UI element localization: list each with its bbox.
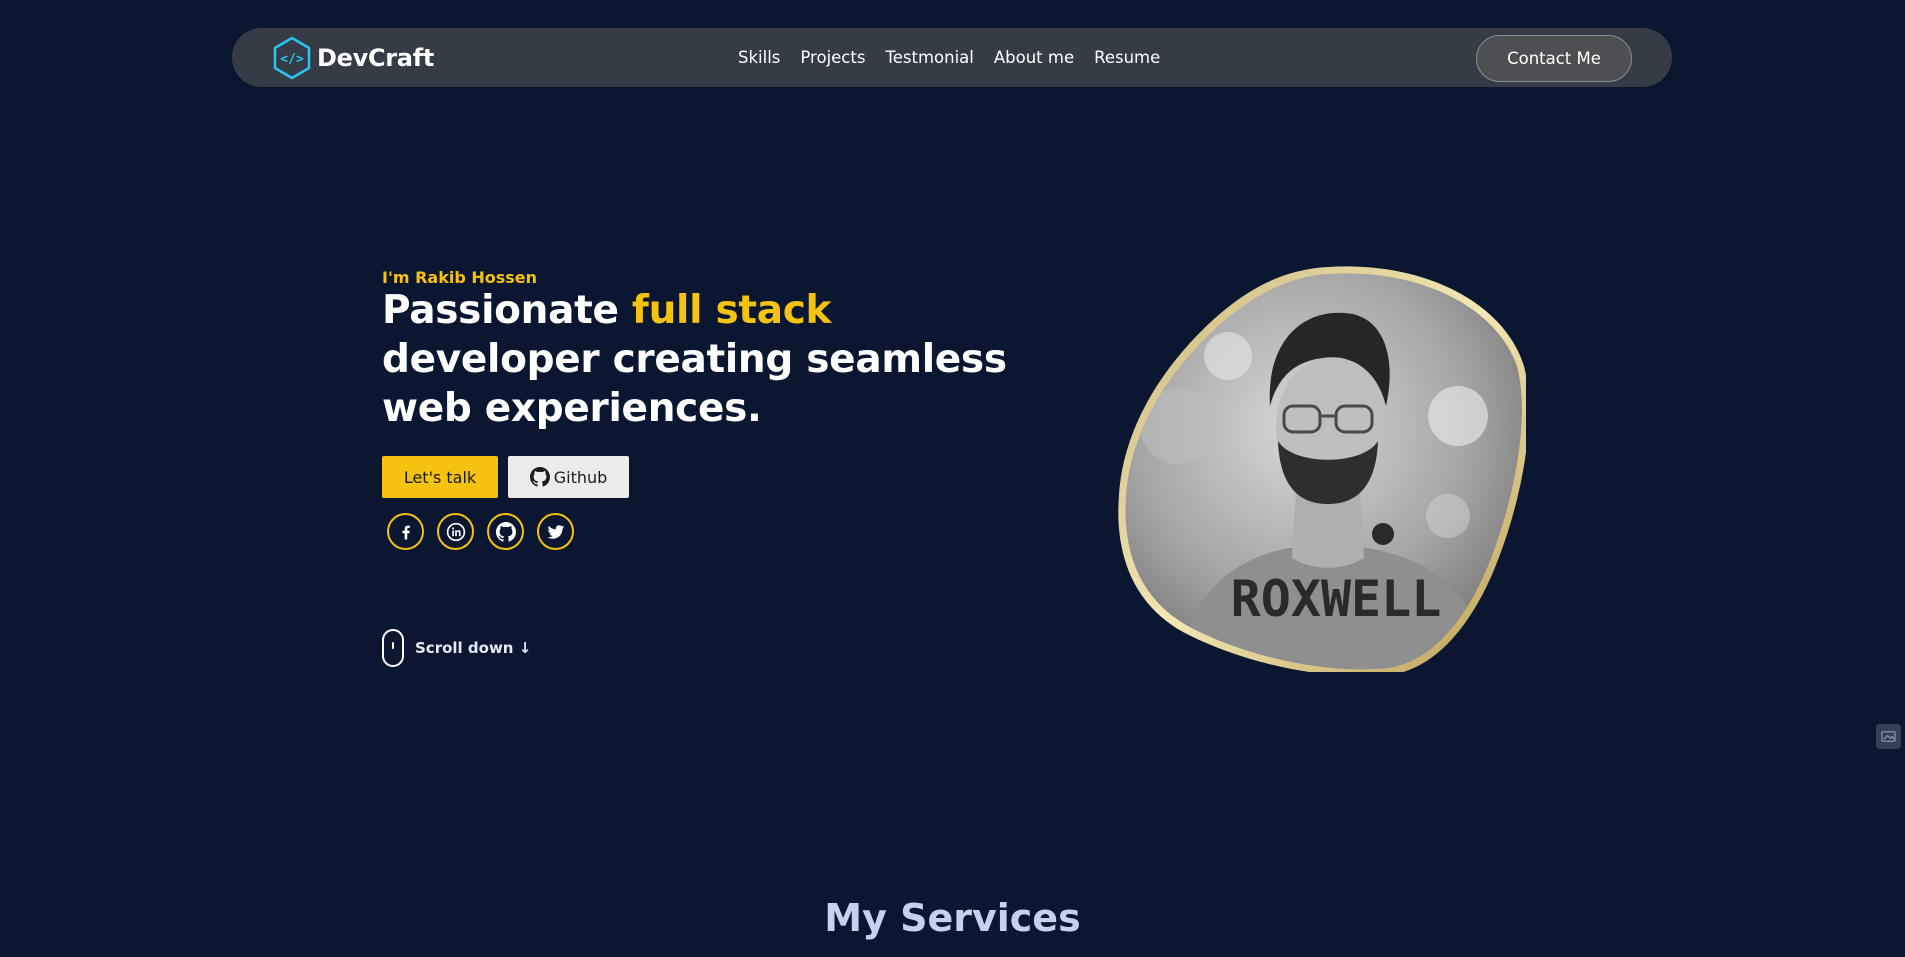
- github-link[interactable]: [487, 513, 524, 550]
- lets-talk-button[interactable]: Let's talk: [382, 456, 498, 498]
- scroll-down-label: Scroll down ↓: [415, 638, 532, 657]
- github-icon: [529, 467, 550, 487]
- code-hexagon-icon: </>: [273, 36, 311, 80]
- linkedin-icon: [446, 522, 465, 541]
- shirt-print: ROXWELL: [1231, 570, 1442, 628]
- brand-name: DevCraft: [317, 44, 435, 72]
- github-icon: [495, 521, 516, 542]
- twitter-icon: [547, 524, 564, 539]
- scroll-down-link[interactable]: Scroll down ↓: [382, 627, 531, 668]
- linkedin-link[interactable]: [437, 513, 474, 550]
- floating-side-widget[interactable]: [1876, 724, 1901, 749]
- hero-title-part1: Passionate: [382, 288, 632, 333]
- nav-link-testmonial[interactable]: Testmonial: [885, 48, 973, 67]
- image-icon: [1881, 731, 1896, 742]
- nav-link-skills[interactable]: Skills: [738, 48, 780, 67]
- contact-me-button[interactable]: Contact Me: [1476, 35, 1632, 82]
- nav-links: Skills Projects Testmonial About me Resu…: [738, 28, 1180, 87]
- hero-title-accent: full stack: [631, 288, 832, 333]
- github-button-label: Github: [553, 467, 608, 487]
- profile-photo: ROXWELL: [1118, 266, 1529, 677]
- github-button[interactable]: Github: [508, 456, 629, 498]
- nav-link-resume[interactable]: Resume: [1094, 48, 1160, 67]
- hero-title: Passionate full stack developer creating…: [382, 286, 1022, 433]
- nav-link-projects[interactable]: Projects: [800, 48, 865, 67]
- brand-logo[interactable]: </> DevCraft: [272, 36, 434, 80]
- top-navbar: </> DevCraft Skills Projects Testmonial …: [232, 28, 1672, 87]
- hero-title-part2: developer creating seamless web experien…: [382, 337, 1007, 431]
- svg-text:</>: </>: [280, 52, 304, 67]
- hero-intro: I'm Rakib Hossen: [382, 268, 538, 287]
- services-section-title: My Services: [824, 896, 1081, 940]
- mouse-icon: [382, 628, 404, 667]
- twitter-link[interactable]: [537, 513, 574, 550]
- nav-link-about[interactable]: About me: [994, 48, 1074, 67]
- facebook-icon: [402, 525, 410, 539]
- facebook-link[interactable]: [387, 513, 424, 550]
